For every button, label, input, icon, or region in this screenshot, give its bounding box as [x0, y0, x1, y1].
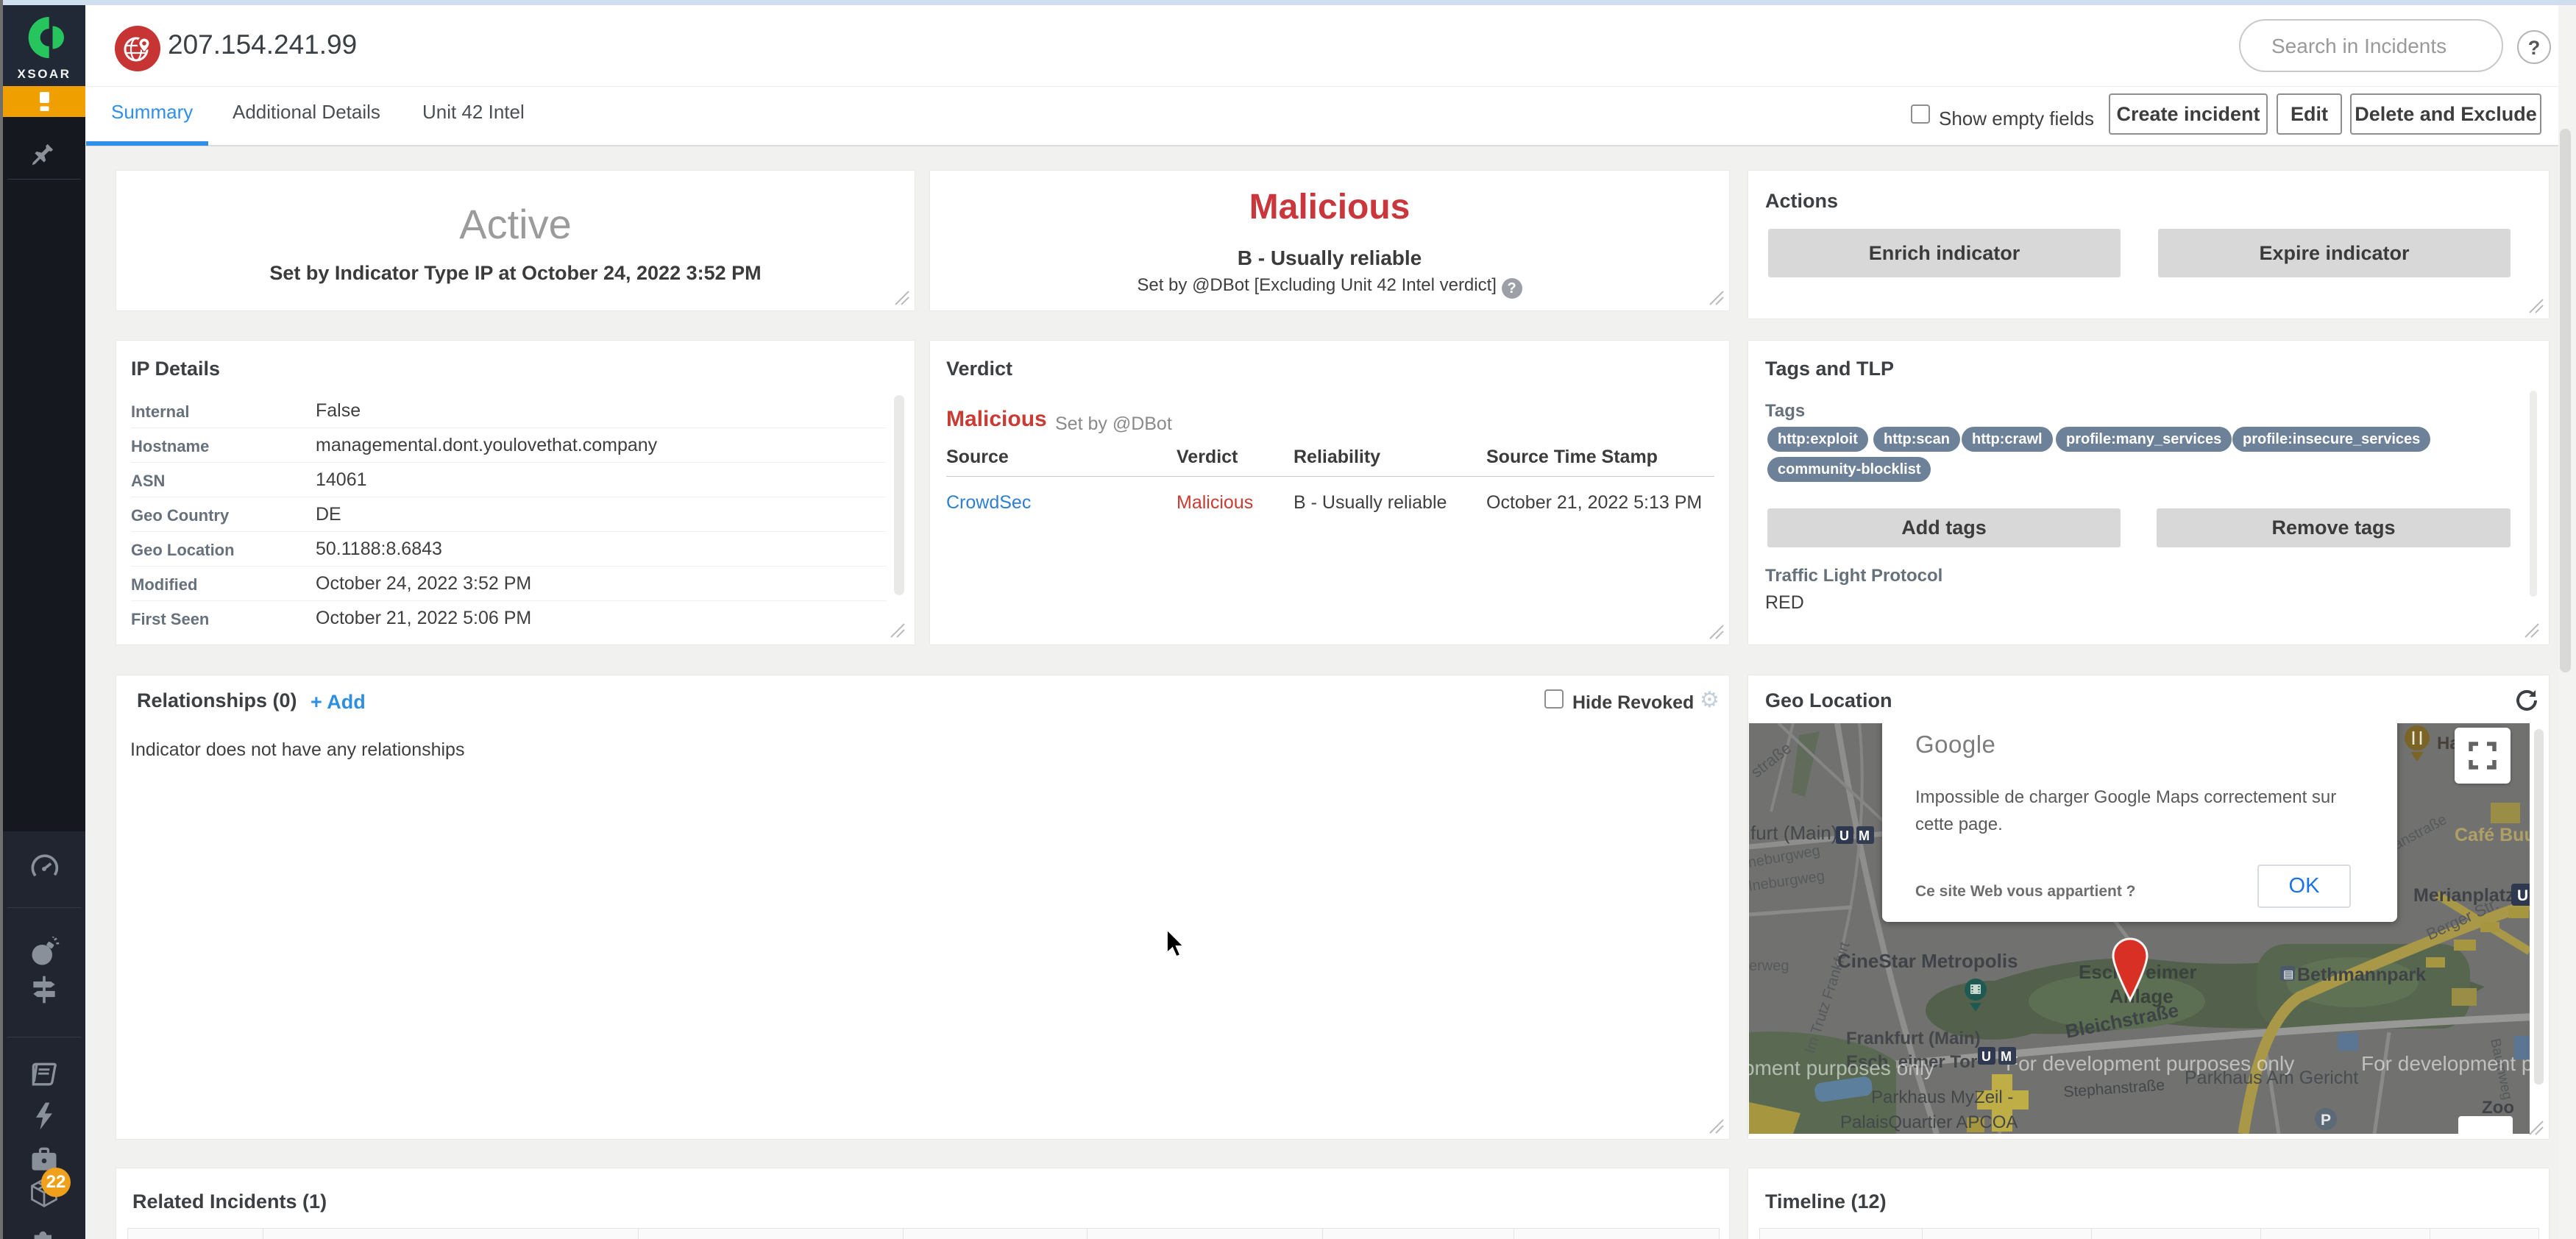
- svg-text:M: M: [2001, 1049, 2012, 1064]
- svg-text:Café Buu: Café Buu: [2455, 825, 2530, 845]
- svg-text:Parkhaus MyZeil -: Parkhaus MyZeil -: [1871, 1087, 2013, 1107]
- svg-text:Frankfurt (Main): Frankfurt (Main): [1846, 1029, 1981, 1048]
- svg-text:pment purposes only: pment purposes only: [1749, 1057, 1934, 1079]
- svg-text:For development purposes only: For development purposes only: [2006, 1052, 2294, 1075]
- svg-text:U: U: [1839, 828, 1849, 843]
- svg-text:Zoo: Zoo: [2482, 1098, 2514, 1118]
- svg-text:Merianplatz: Merianplatz: [2413, 885, 2515, 906]
- svg-text:M: M: [1859, 828, 1870, 843]
- svg-text:U: U: [1981, 1049, 1991, 1064]
- svg-text:For development p: For development p: [2361, 1052, 2530, 1075]
- svg-text:PalaisQuartier APCOA: PalaisQuartier APCOA: [1840, 1112, 2018, 1132]
- svg-text:U: U: [2517, 887, 2528, 904]
- svg-text:erweg: erweg: [1749, 958, 1789, 974]
- svg-text:P: P: [2321, 1112, 2331, 1129]
- svg-text:CineStar Metropolis: CineStar Metropolis: [1837, 950, 2018, 972]
- svg-text:furt (Main): furt (Main): [1750, 822, 1837, 844]
- svg-text:Bethmannpark: Bethmannpark: [2297, 965, 2426, 985]
- svg-text:▤: ▤: [2283, 968, 2293, 981]
